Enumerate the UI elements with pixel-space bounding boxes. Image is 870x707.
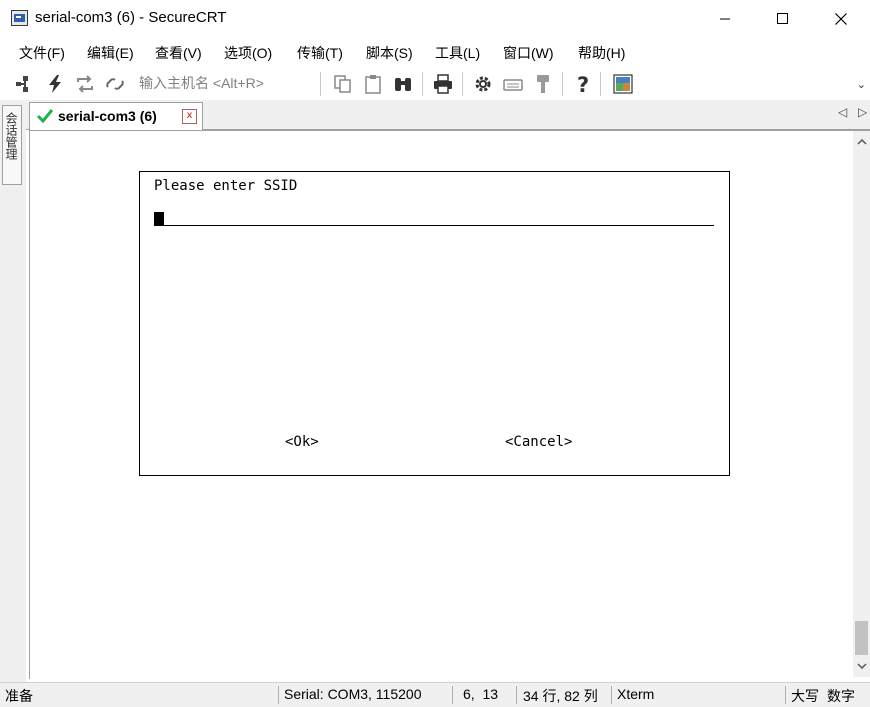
session-manager-label: 会话管理 [4,112,18,160]
menu-help[interactable]: 帮助(H) [578,43,625,63]
status-terminal-size: 34 行, 82 列 [523,688,598,704]
ok-button[interactable]: <Ok> [285,434,319,450]
ssid-dialog: Please enter SSID <Ok> <Cancel> [139,171,730,476]
scroll-thumb[interactable] [855,621,868,655]
status-divider [452,686,453,704]
ssid-prompt: Please enter SSID [154,178,298,194]
session-tab-bar: serial-com3 (6) x ◁ ▷ [26,100,870,130]
tab-serial-com3[interactable]: serial-com3 (6) x [29,102,203,130]
print-icon[interactable] [432,73,454,95]
tab-next-icon[interactable]: ▷ [858,105,867,119]
keymap-icon[interactable] [502,73,524,95]
status-ready: 准备 [5,688,33,704]
close-button[interactable] [812,0,870,38]
close-icon [835,13,847,25]
status-divider [611,686,612,704]
help-icon[interactable]: ? [572,73,594,95]
menu-edit[interactable]: 编辑(E) [87,43,134,63]
tab-close-icon[interactable]: x [182,109,197,124]
terminal-scrollbar[interactable] [853,131,870,677]
svg-text:?: ? [577,73,589,95]
cancel-button[interactable]: <Cancel> [505,434,572,450]
menu-window[interactable]: 窗口(W) [503,43,554,63]
menu-script[interactable]: 脚本(S) [366,43,413,63]
tab-label: serial-com3 (6) [58,108,157,124]
status-terminal-type: Xterm [617,686,655,702]
reconnect-icon[interactable] [74,73,96,95]
scroll-up-icon[interactable] [853,133,870,150]
title-bar: serial-com3 (6) - SecureCRT [0,0,870,38]
menu-file[interactable]: 文件(F) [19,43,65,63]
host-input[interactable] [135,73,323,93]
securecrt-app-icon[interactable] [11,10,28,26]
status-cursor-position: 6, 13 [463,686,499,702]
menu-transfer[interactable]: 传输(T) [297,43,343,63]
key-icon[interactable] [532,73,554,95]
status-bar: 准备 Serial: COM3, 115200 6, 13 34 行, 82 列… [0,682,870,707]
ssid-input[interactable] [154,210,714,226]
scroll-down-icon[interactable] [853,658,870,675]
find-icon[interactable] [392,73,414,95]
maximize-button[interactable] [754,0,812,38]
window-title: serial-com3 (6) - SecureCRT [35,9,227,26]
toolbar-overflow-icon[interactable]: ⌄ [857,78,866,91]
status-divider [278,686,279,704]
session-manager-tab[interactable]: 会话管理 [2,105,22,185]
toolbar-divider [562,72,563,96]
status-divider [785,686,786,704]
connect-icon[interactable] [14,73,36,95]
menu-tools[interactable]: 工具(L) [435,43,480,63]
copy-icon[interactable] [332,73,354,95]
sftp-icon[interactable] [612,73,634,95]
menu-bar: 文件(F) 编辑(E) 查看(V) 选项(O) 传输(T) 脚本(S) 工具(L… [0,38,870,66]
menu-view[interactable]: 查看(V) [155,43,202,63]
minimize-button[interactable] [696,0,754,38]
toolbar-divider [320,72,321,96]
settings-icon[interactable] [472,73,494,95]
toolbar-divider [422,72,423,96]
menu-options[interactable]: 选项(O) [224,43,272,63]
connected-check-icon [36,109,54,124]
toolbar-divider [600,72,601,96]
maximize-icon [777,13,788,24]
quick-connect-icon[interactable] [44,73,66,95]
status-connection: Serial: COM3, 115200 [284,686,422,702]
status-divider [516,686,517,704]
disconnect-icon[interactable] [104,73,126,95]
paste-icon[interactable] [362,73,384,95]
minimize-icon [720,18,730,20]
toolbar-divider [462,72,463,96]
session-manager-panel: 会话管理 [0,100,26,682]
toolbar: ? ⌄ [0,66,870,100]
status-caps: 大写 [791,688,819,704]
status-num: 数字 [827,688,855,704]
tab-prev-icon[interactable]: ◁ [838,105,847,119]
